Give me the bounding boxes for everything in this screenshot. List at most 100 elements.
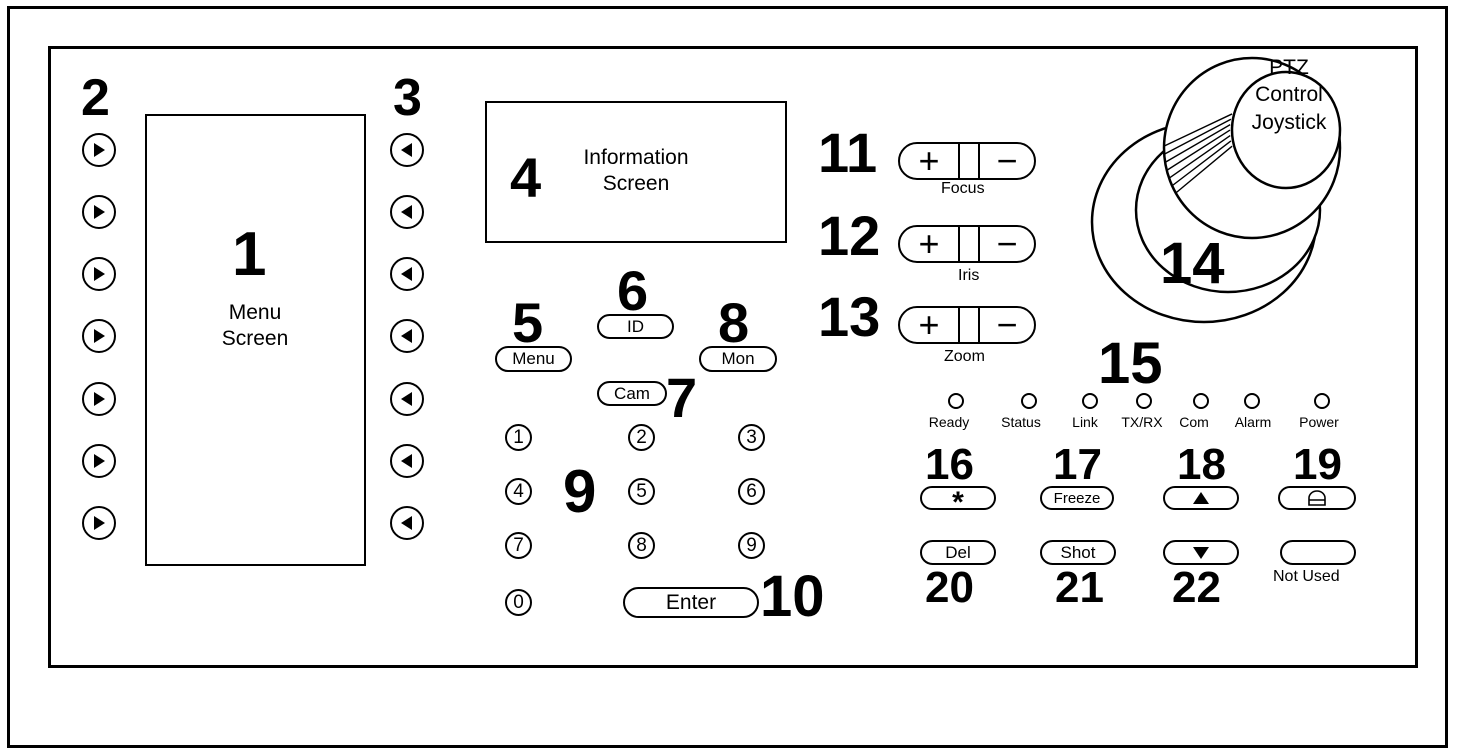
- led-com: [1193, 393, 1209, 409]
- numpad-key-6[interactable]: 6: [738, 478, 765, 505]
- menu-screen-label: Menu Screen: [185, 300, 325, 353]
- left-soft-key[interactable]: [82, 195, 116, 229]
- focus-adjuster: + −: [898, 142, 1036, 180]
- joystick-line3: Joystick: [1251, 110, 1327, 134]
- down-key[interactable]: [1163, 540, 1239, 565]
- play-right-icon: [94, 205, 105, 219]
- cam-key[interactable]: Cam: [597, 381, 667, 406]
- led-ready: [948, 393, 964, 409]
- enter-key-label: Enter: [665, 590, 717, 614]
- mon-key[interactable]: Mon: [699, 346, 777, 372]
- play-right-icon: [94, 516, 105, 530]
- right-soft-key[interactable]: [390, 195, 424, 229]
- iris-label: Iris: [958, 267, 980, 284]
- not-used-key[interactable]: [1280, 540, 1356, 565]
- numpad-key-0[interactable]: 0: [505, 589, 532, 616]
- focus-minus-button[interactable]: −: [980, 143, 1034, 179]
- lock-icon: [1308, 490, 1326, 506]
- play-left-icon: [401, 267, 412, 281]
- star-key-label: *: [952, 486, 964, 519]
- numpad-key-8[interactable]: 8: [628, 532, 655, 559]
- information-screen-line1: Information: [583, 146, 689, 169]
- callout-2: 2: [81, 69, 110, 127]
- led-power: [1314, 393, 1330, 409]
- callout-19: 19: [1293, 440, 1342, 489]
- del-key[interactable]: Del: [920, 540, 996, 565]
- iris-minus-button[interactable]: −: [980, 226, 1034, 262]
- callout-15: 15: [1098, 331, 1163, 396]
- left-soft-key[interactable]: [82, 506, 116, 540]
- numpad-key-5[interactable]: 5: [628, 478, 655, 505]
- enter-key[interactable]: Enter: [623, 587, 759, 618]
- information-screen-line2: Screen: [602, 172, 670, 196]
- right-soft-key[interactable]: [390, 382, 424, 416]
- zoom-divider: [958, 308, 980, 342]
- up-key[interactable]: [1163, 486, 1239, 510]
- callout-21: 21: [1055, 563, 1104, 612]
- joystick-line1: PTZ: [1269, 56, 1309, 79]
- led-tx-rx: [1136, 393, 1152, 409]
- numpad-key-4[interactable]: 4: [505, 478, 532, 505]
- freeze-key[interactable]: Freeze: [1040, 486, 1114, 510]
- left-soft-key[interactable]: [82, 382, 116, 416]
- zoom-adjuster: + −: [898, 306, 1036, 344]
- callout-16: 16: [925, 440, 974, 489]
- callout-11: 11: [818, 121, 878, 184]
- right-soft-key[interactable]: [390, 506, 424, 540]
- left-soft-key[interactable]: [82, 257, 116, 291]
- zoom-label: Zoom: [944, 348, 985, 365]
- callout-14: 14: [1160, 231, 1225, 296]
- menu-screen-line1: Menu: [228, 301, 282, 324]
- play-right-icon: [94, 454, 105, 468]
- menu-screen-line2: Screen: [221, 327, 289, 351]
- left-soft-key[interactable]: [82, 133, 116, 167]
- play-left-icon: [401, 392, 412, 406]
- triangle-down-icon: [1193, 546, 1209, 559]
- callout-5: 5: [512, 291, 544, 354]
- zoom-plus-button[interactable]: +: [900, 307, 958, 343]
- right-soft-key[interactable]: [390, 133, 424, 167]
- not-used-label: Not Used: [1273, 568, 1340, 585]
- play-left-icon: [401, 205, 412, 219]
- focus-label: Focus: [941, 180, 985, 197]
- play-right-icon: [94, 143, 105, 157]
- focus-plus-button[interactable]: +: [900, 143, 958, 179]
- right-soft-key[interactable]: [390, 444, 424, 478]
- left-soft-key[interactable]: [82, 319, 116, 353]
- left-soft-key[interactable]: [82, 444, 116, 478]
- play-left-icon: [401, 329, 412, 343]
- play-left-icon: [401, 454, 412, 468]
- callout-6: 6: [617, 259, 649, 322]
- numpad-key-2[interactable]: 2: [628, 424, 655, 451]
- menu-key[interactable]: Menu: [495, 346, 572, 372]
- right-soft-key[interactable]: [390, 319, 424, 353]
- callout-9: 9: [563, 458, 597, 525]
- led-link: [1082, 393, 1098, 409]
- numpad-key-9[interactable]: 9: [738, 532, 765, 559]
- right-soft-key[interactable]: [390, 257, 424, 291]
- numpad-key-1[interactable]: 1: [505, 424, 532, 451]
- lock-key[interactable]: [1278, 486, 1356, 510]
- callout-17: 17: [1053, 440, 1102, 489]
- iris-divider: [958, 227, 980, 261]
- led-label-tx-rx: TX/RX: [1121, 414, 1163, 430]
- led-label-ready: Ready: [928, 414, 970, 430]
- numpad-key-3[interactable]: 3: [738, 424, 765, 451]
- zoom-minus-button[interactable]: −: [980, 307, 1034, 343]
- callout-10: 10: [760, 564, 825, 629]
- led-label-status: Status: [1001, 414, 1041, 430]
- play-right-icon: [94, 267, 105, 281]
- play-left-icon: [401, 143, 412, 157]
- numpad-key-7[interactable]: 7: [505, 532, 532, 559]
- shot-key[interactable]: Shot: [1040, 540, 1116, 565]
- callout-4: 4: [510, 146, 542, 209]
- star-key[interactable]: *: [920, 486, 996, 519]
- id-key[interactable]: ID: [597, 314, 674, 339]
- joystick-line2: Control: [1255, 83, 1323, 107]
- iris-plus-button[interactable]: +: [900, 226, 958, 262]
- callout-7: 7: [666, 366, 698, 429]
- led-alarm: [1244, 393, 1260, 409]
- callout-22: 22: [1172, 563, 1221, 612]
- callout-8: 8: [718, 291, 750, 354]
- play-right-icon: [94, 329, 105, 343]
